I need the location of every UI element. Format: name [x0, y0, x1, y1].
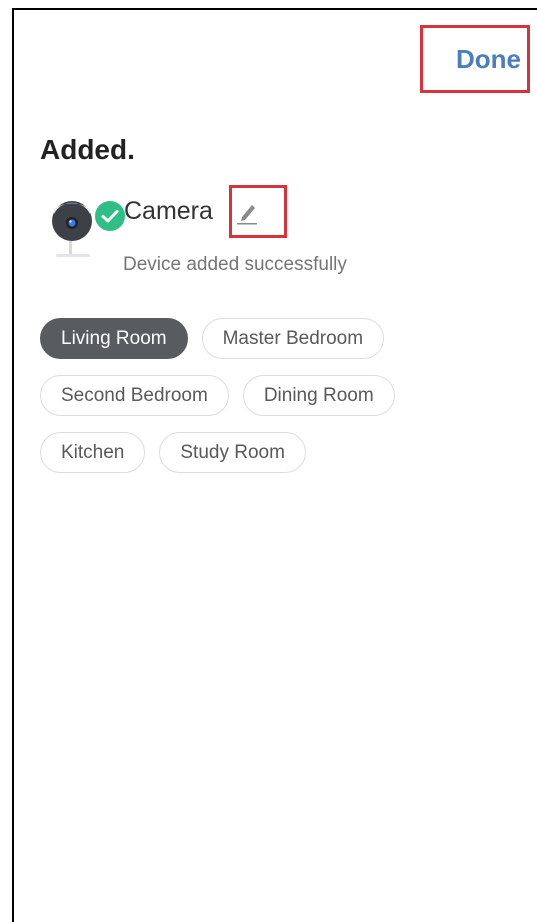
done-button[interactable]: Done: [420, 25, 530, 93]
room-chip-second-bedroom[interactable]: Second Bedroom: [40, 375, 229, 416]
status-text: Device added successfully: [123, 254, 347, 275]
edit-name-button[interactable]: [229, 185, 287, 238]
app-screen: Done Added. Camera Device added successf…: [12, 8, 537, 922]
check-circle-icon: [93, 199, 127, 233]
room-chip-dining-room[interactable]: Dining Room: [242, 375, 395, 416]
room-chip-living-room[interactable]: Living Room: [40, 318, 188, 359]
device-icon-group: [50, 190, 127, 270]
room-chip-kitchen[interactable]: Kitchen: [40, 432, 146, 473]
page-title: Added.: [40, 134, 135, 165]
device-name: Camera: [124, 197, 213, 225]
room-chip-list: Living Room Master Bedroom Second Bedroo…: [40, 318, 470, 473]
room-chip-master-bedroom[interactable]: Master Bedroom: [201, 318, 385, 359]
room-chip-study-room[interactable]: Study Room: [159, 432, 306, 473]
pencil-icon: [237, 204, 257, 224]
